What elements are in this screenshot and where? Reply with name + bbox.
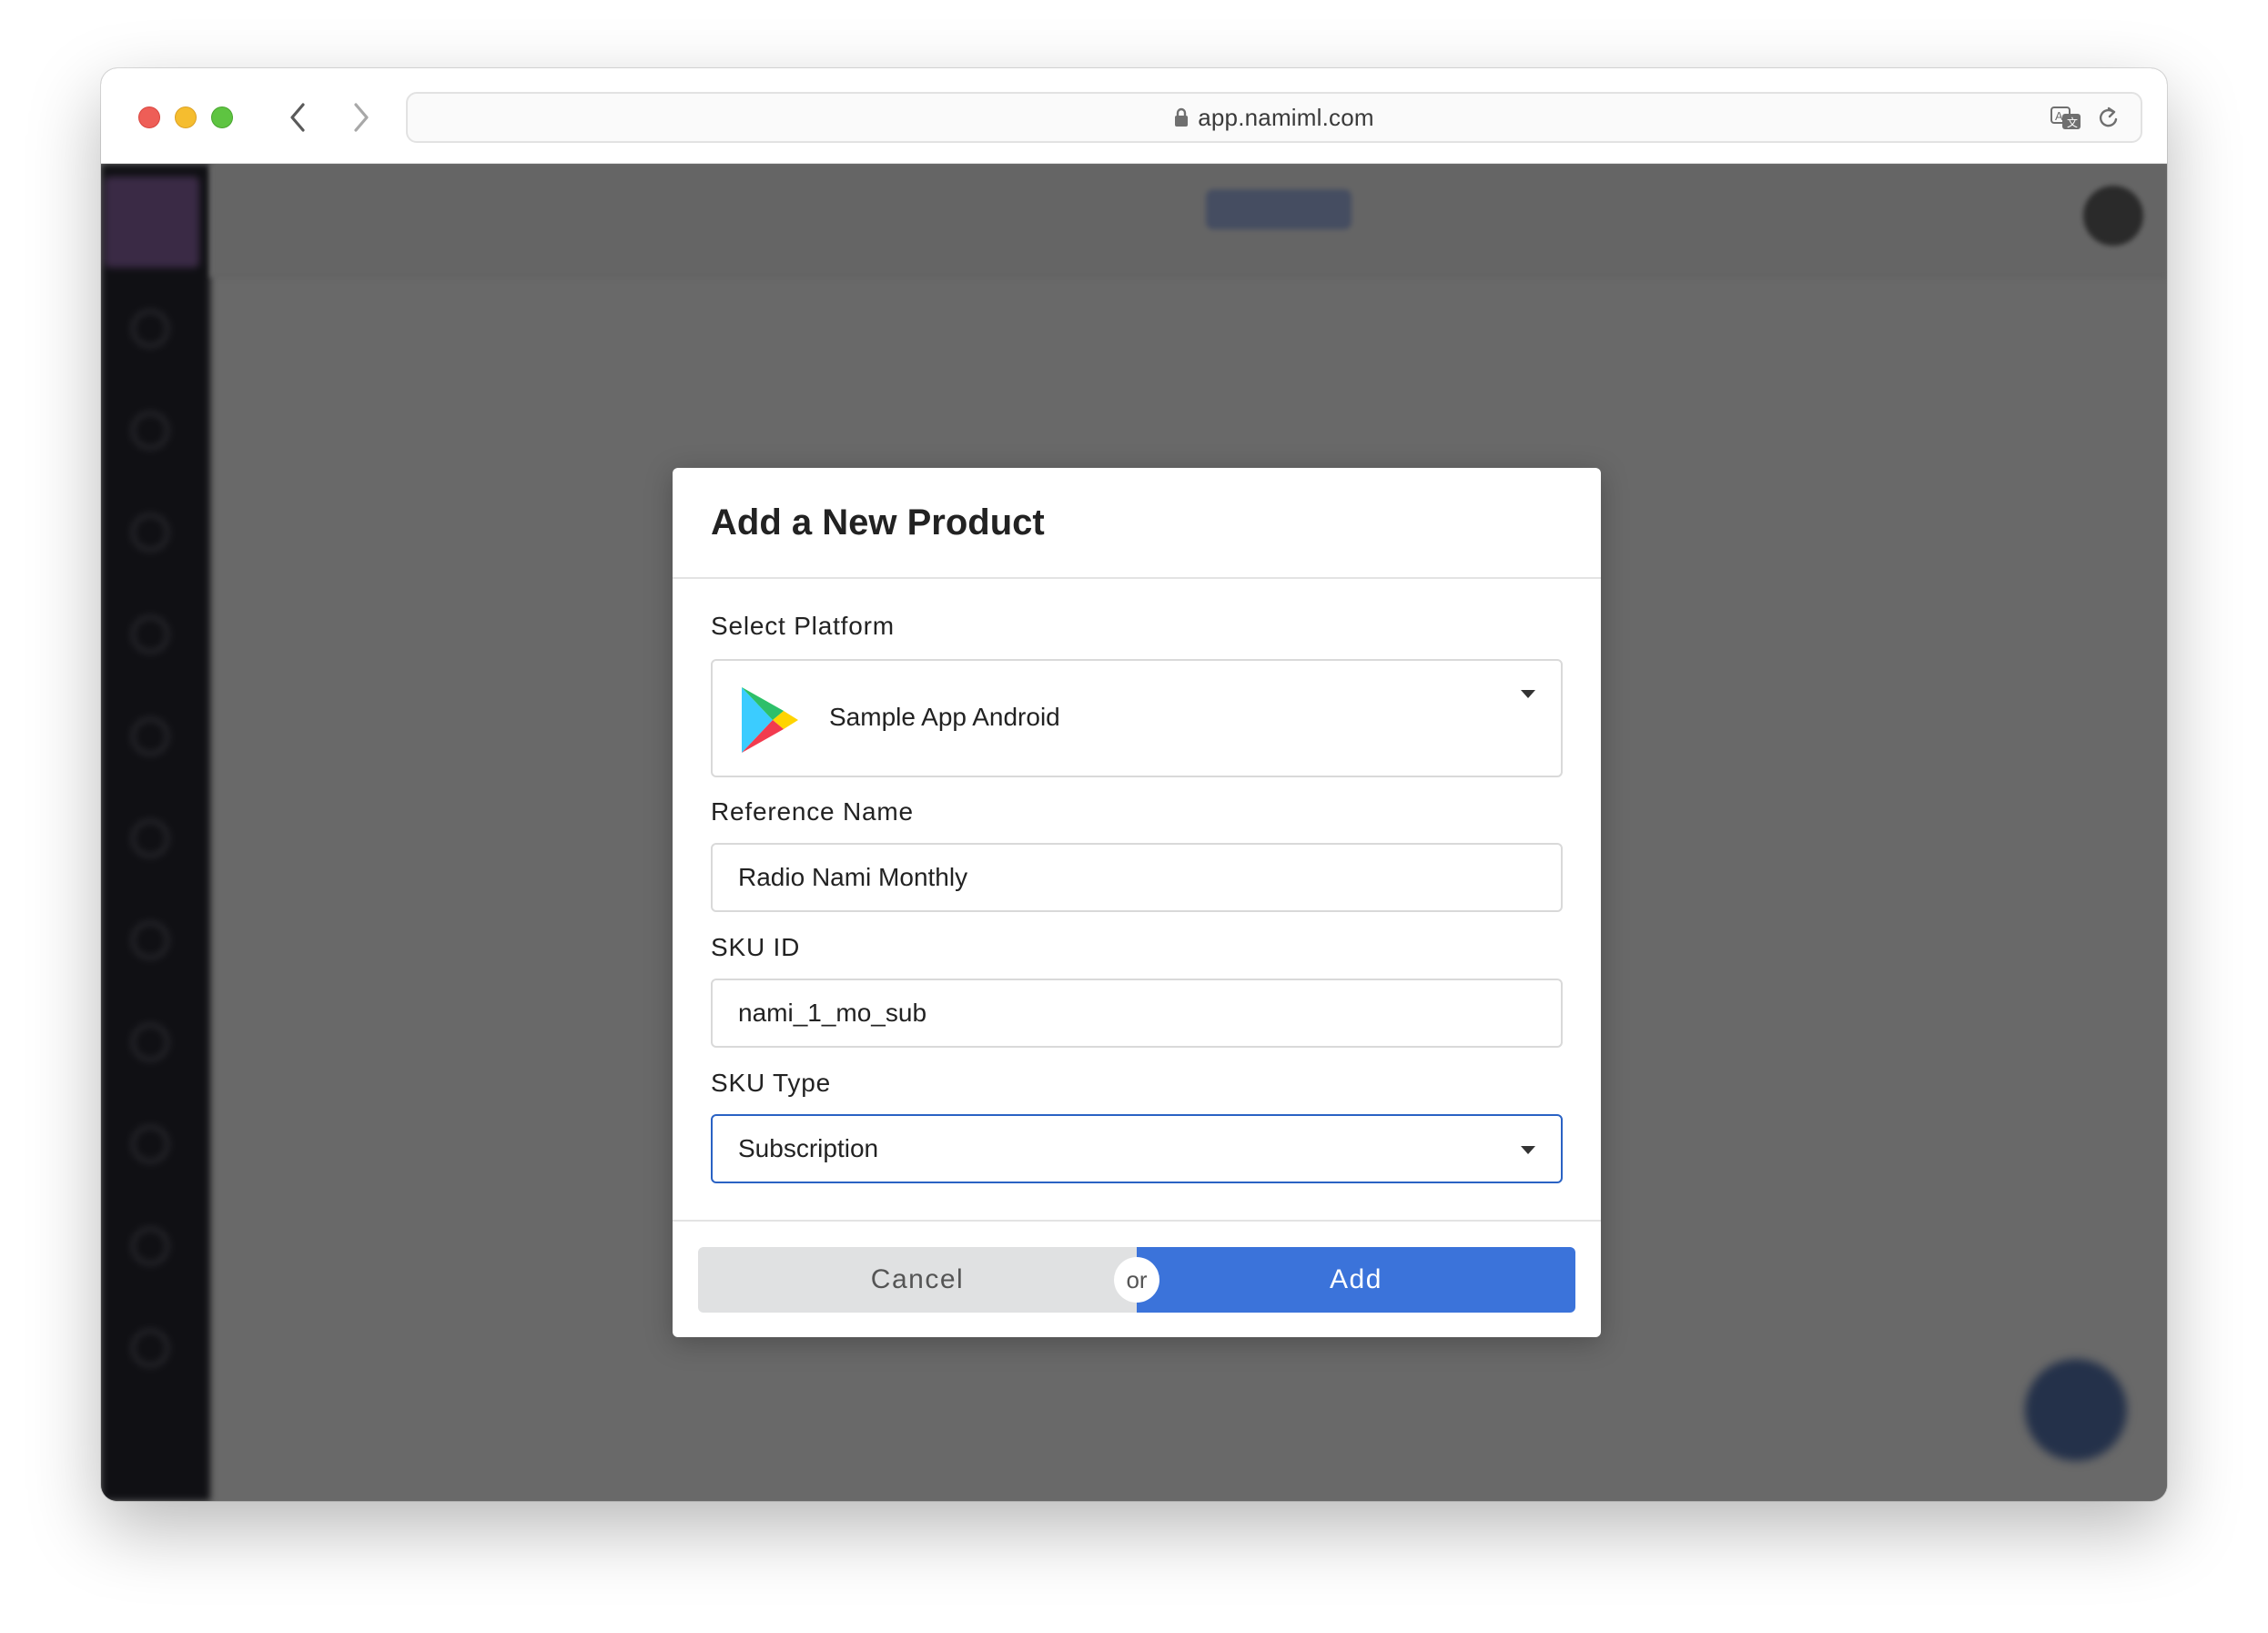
sku-id-input[interactable]: nami_1_mo_sub xyxy=(711,979,1563,1048)
sku-id-value: nami_1_mo_sub xyxy=(738,999,927,1027)
back-button[interactable] xyxy=(279,99,316,136)
sidebar xyxy=(101,164,210,1501)
google-play-icon xyxy=(742,687,798,753)
add-button[interactable]: Add xyxy=(1137,1247,1575,1313)
sidebar-nav-icon xyxy=(131,1329,169,1367)
close-window-button[interactable] xyxy=(138,106,160,128)
chevron-right-icon xyxy=(354,103,369,132)
svg-text:A: A xyxy=(2055,109,2063,123)
sidebar-nav-icon xyxy=(131,1023,169,1061)
sidebar-nav-icon xyxy=(131,819,169,857)
avatar xyxy=(2083,186,2143,246)
sku-type-value: Subscription xyxy=(738,1134,879,1162)
cancel-button[interactable]: Cancel xyxy=(698,1247,1137,1313)
chat-launcher-icon xyxy=(2025,1359,2127,1461)
caret-down-icon xyxy=(1521,1146,1535,1154)
dialog-title: Add a New Product xyxy=(711,502,1045,543)
url-text: app.namiml.com xyxy=(1198,103,1374,131)
address-bar[interactable]: app.namiml.com A 文 xyxy=(406,92,2142,143)
sidebar-nav-icon xyxy=(131,411,169,450)
zoom-window-button[interactable] xyxy=(211,106,233,128)
lock-icon xyxy=(1175,107,1189,127)
reference-name-input[interactable]: Radio Nami Monthly xyxy=(711,843,1563,912)
page-content: Add a New Product Select Platform Sample… xyxy=(101,164,2167,1501)
reference-name-label: Reference Name xyxy=(711,797,914,826)
reference-name-value: Radio Nami Monthly xyxy=(738,863,968,891)
or-divider: or xyxy=(1114,1257,1159,1303)
browser-toolbar: app.namiml.com A 文 xyxy=(101,68,2167,164)
platform-select-value: Sample App Android xyxy=(829,703,1060,731)
browser-window: app.namiml.com A 文 Add a New Product Sel… xyxy=(101,68,2167,1501)
sidebar-nav-icon xyxy=(131,309,169,348)
sku-id-label: SKU ID xyxy=(711,933,801,961)
sidebar-app-logo xyxy=(105,177,199,268)
platform-select[interactable]: Sample App Android xyxy=(711,659,1563,777)
add-product-dialog: Add a New Product Select Platform Sample… xyxy=(673,468,1601,1337)
app-header xyxy=(210,164,2167,278)
sku-type-label: SKU Type xyxy=(711,1069,831,1097)
reload-icon[interactable] xyxy=(2097,106,2121,131)
sidebar-nav-icon xyxy=(131,717,169,756)
nami-logo xyxy=(1206,189,1352,229)
sidebar-nav-icon xyxy=(131,513,169,552)
caret-down-icon xyxy=(1521,690,1535,698)
sidebar-nav-icon xyxy=(131,615,169,654)
svg-text:文: 文 xyxy=(2067,116,2078,129)
sidebar-nav-icon xyxy=(131,1125,169,1163)
dialog-header: Add a New Product xyxy=(673,468,1601,579)
translate-icon[interactable]: A 文 xyxy=(2050,105,2082,132)
sidebar-nav-icon xyxy=(131,1227,169,1265)
select-platform-label: Select Platform xyxy=(711,612,895,640)
sidebar-nav-icon xyxy=(131,921,169,959)
dialog-footer: Cancel Add or xyxy=(673,1220,1601,1337)
minimize-window-button[interactable] xyxy=(175,106,197,128)
chevron-left-icon xyxy=(290,103,305,132)
sku-type-select[interactable]: Subscription xyxy=(711,1114,1563,1183)
forward-button[interactable] xyxy=(343,99,380,136)
